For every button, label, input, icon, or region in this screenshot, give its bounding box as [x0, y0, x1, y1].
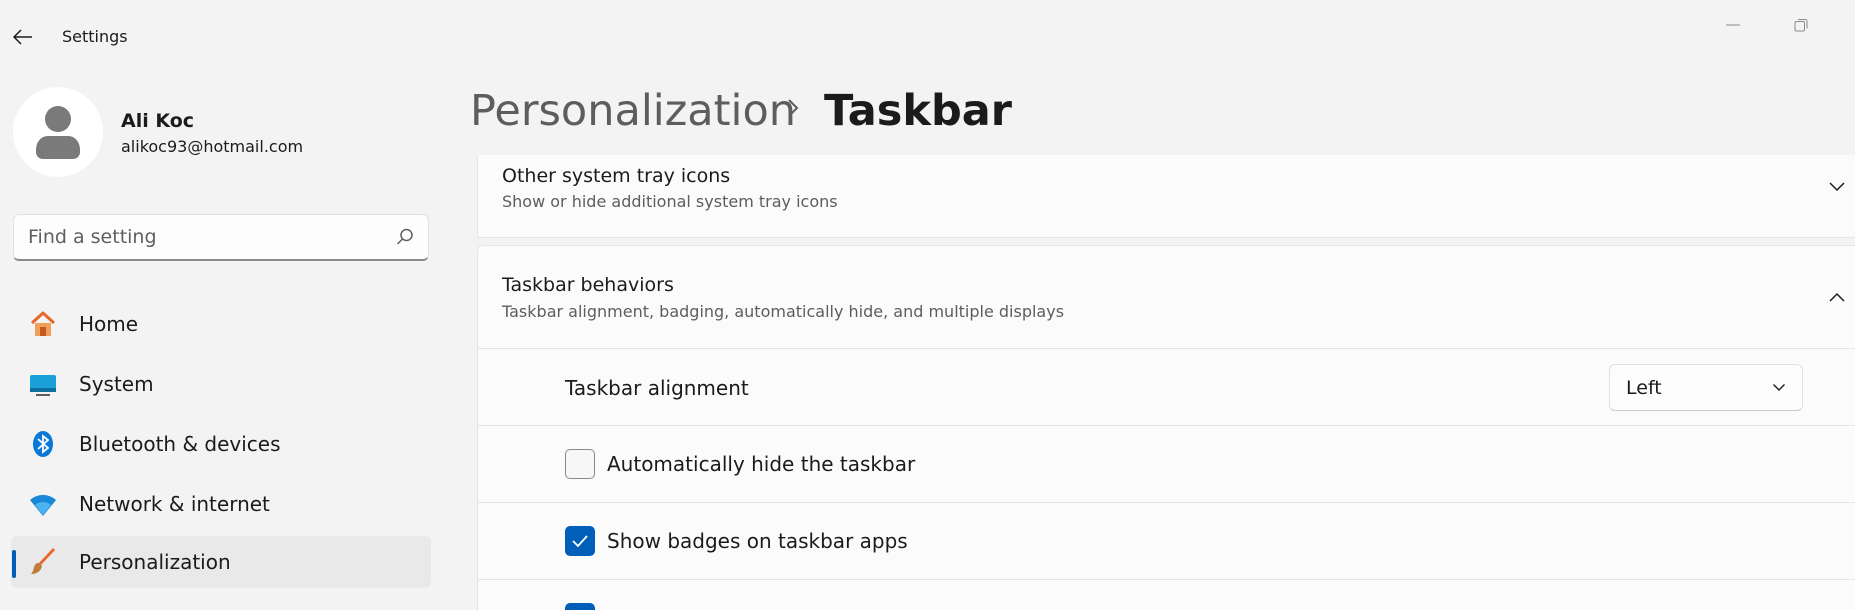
expand-button[interactable]: [1822, 172, 1852, 202]
autohide-checkbox[interactable]: [565, 449, 595, 479]
search-input[interactable]: [28, 226, 396, 248]
nav-label: Home: [79, 312, 139, 336]
brush-icon: [27, 546, 59, 578]
restore-button[interactable]: [1778, 10, 1824, 40]
search-icon[interactable]: [396, 228, 414, 246]
breadcrumb-parent[interactable]: Personalization: [470, 86, 796, 136]
search-box[interactable]: [13, 214, 429, 261]
nav-label: System: [79, 372, 154, 396]
page-title: Taskbar: [824, 86, 1012, 136]
next-setting-checkbox[interactable]: [565, 603, 595, 610]
user-email: alikoc93@hotmail.com: [121, 137, 304, 156]
app-title: Settings: [62, 27, 128, 46]
next-setting-row[interactable]: [477, 580, 1855, 610]
nav-selection-indicator: [12, 550, 16, 578]
chevron-up-icon: [1829, 292, 1845, 302]
nav-item-home[interactable]: Home: [11, 298, 431, 350]
wifi-icon: [27, 488, 59, 520]
checkmark-icon: [572, 535, 588, 548]
chevron-right-icon: [780, 95, 806, 121]
tray-icons-section[interactable]: Other system tray icons Show or hide add…: [477, 155, 1855, 238]
taskbar-alignment-row: Taskbar alignment Left: [477, 349, 1855, 426]
nav-item-network[interactable]: Network & internet: [11, 478, 431, 530]
badges-checkbox[interactable]: [565, 526, 595, 556]
badges-row[interactable]: Show badges on taskbar apps: [477, 503, 1855, 580]
section-title: Taskbar behaviors: [502, 274, 674, 296]
user-name: Ali Koc: [121, 110, 195, 132]
section-title: Other system tray icons: [502, 165, 731, 187]
dropdown-value: Left: [1626, 376, 1662, 399]
section-subtitle: Taskbar alignment, badging, automaticall…: [502, 302, 1065, 321]
chevron-down-icon: [1773, 384, 1785, 391]
system-icon: [27, 368, 59, 400]
nav-label: Personalization: [79, 550, 231, 574]
badges-label: Show badges on taskbar apps: [607, 529, 908, 553]
minimize-button[interactable]: [1710, 10, 1756, 40]
minimize-icon: [1726, 24, 1740, 26]
section-subtitle: Show or hide additional system tray icon…: [502, 192, 838, 211]
autohide-label: Automatically hide the taskbar: [607, 452, 916, 476]
autohide-row[interactable]: Automatically hide the taskbar: [477, 426, 1855, 503]
nav-label: Bluetooth & devices: [79, 432, 281, 456]
taskbar-alignment-dropdown[interactable]: Left: [1609, 364, 1803, 411]
nav-item-personalization[interactable]: Personalization: [11, 536, 431, 588]
taskbar-alignment-label: Taskbar alignment: [565, 376, 749, 400]
restore-icon: [1794, 19, 1808, 32]
nav-item-bluetooth[interactable]: Bluetooth & devices: [11, 418, 431, 470]
nav-label: Network & internet: [79, 492, 270, 516]
taskbar-behaviors-section[interactable]: Taskbar behaviors Taskbar alignment, bad…: [477, 245, 1855, 349]
collapse-button[interactable]: [1822, 282, 1852, 312]
back-button[interactable]: [8, 22, 38, 52]
nav-item-system[interactable]: System: [11, 358, 431, 410]
person-icon: [36, 106, 80, 159]
bluetooth-icon: [27, 428, 59, 460]
back-arrow-icon: [13, 29, 32, 45]
chevron-down-icon: [1829, 182, 1845, 192]
home-icon: [27, 308, 59, 340]
avatar[interactable]: [13, 87, 103, 177]
